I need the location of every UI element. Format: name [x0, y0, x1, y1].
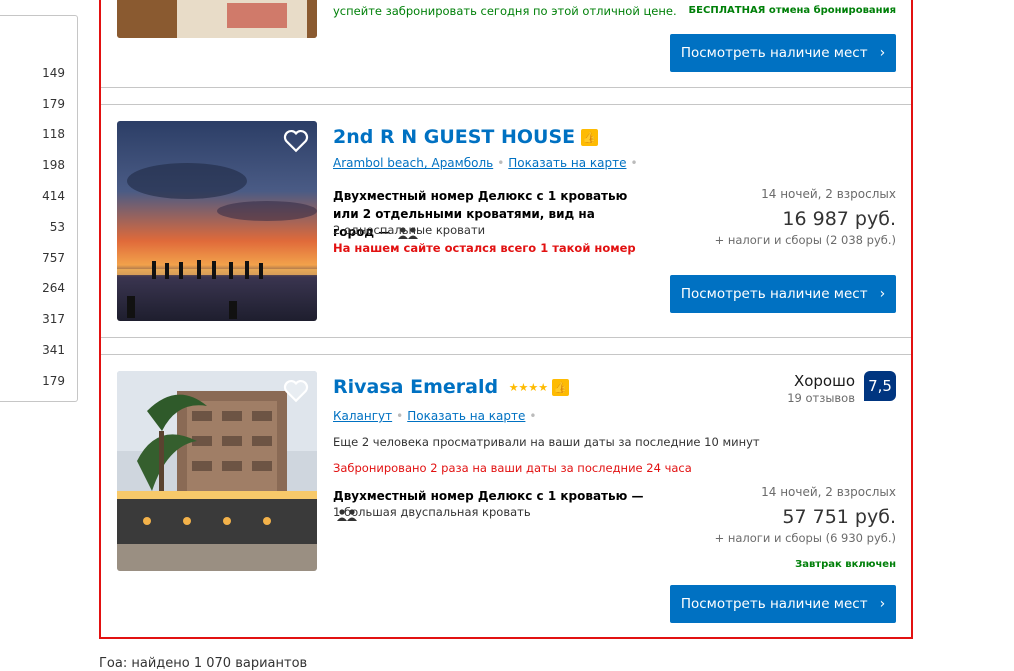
results-count-text: Гоа: найдено 1 070 вариантов: [99, 656, 308, 671]
button-label: Посмотреть наличие мест: [680, 596, 868, 612]
filter-count: 198: [42, 158, 65, 172]
stay-info: 14 ночей, 2 взрослых: [761, 485, 896, 499]
filter-count: 149: [42, 66, 65, 80]
chevron-right-icon: ›: [879, 596, 886, 612]
show-on-map-link[interactable]: Показать на карте: [508, 156, 626, 170]
filter-count: 341: [42, 343, 65, 357]
taxes: + налоги и сборы (6 930 руб.): [714, 531, 896, 545]
filter-count: 414: [42, 189, 65, 203]
room-dash: —: [631, 489, 644, 503]
thumbs-up-icon: 👍: [581, 129, 599, 146]
price: 16 987 руб.: [782, 208, 896, 230]
price: 57 751 руб.: [782, 506, 896, 528]
property-name[interactable]: Rivasa Emerald ★★★★ 👍: [333, 376, 570, 398]
separator-dot: •: [630, 156, 638, 170]
review-score-badge[interactable]: 7,5: [864, 371, 896, 401]
room-type-text: Двухместный номер Делюкс с 1 кроватью: [333, 489, 628, 503]
separator-dot: •: [497, 156, 505, 170]
location-link[interactable]: Калангут: [333, 409, 392, 423]
separator-dot: •: [396, 409, 404, 423]
filter-count: 118: [42, 127, 65, 141]
filter-count: 53: [49, 220, 65, 234]
property-card: 2nd R N GUEST HOUSE 👍 Arambol beach, Арам…: [101, 104, 911, 338]
bed-info: 1 большая двуспальная кровать: [333, 505, 531, 519]
breakfast-included-badge: Завтрак включен: [795, 559, 896, 570]
button-label: Посмотреть наличие мест: [680, 286, 868, 302]
property-photo[interactable]: [117, 121, 317, 321]
show-on-map-link[interactable]: Показать на карте: [407, 409, 525, 423]
free-cancellation-badge: БЕСПЛАТНАЯ отмена бронирования: [688, 5, 896, 16]
filter-panel: 149 179 118 198 414 53 757 264 317 341 1…: [0, 15, 78, 402]
location-link[interactable]: Arambol beach, Арамболь: [333, 156, 493, 170]
urgency-text: успейте забронировать сегодня по этой от…: [333, 4, 677, 18]
property-name-text[interactable]: 2nd R N GUEST HOUSE: [333, 126, 575, 148]
thumbs-up-icon: 👍: [552, 379, 570, 396]
review-count[interactable]: 19 отзывов: [787, 391, 855, 405]
filter-count: 757: [42, 251, 65, 265]
button-label: Посмотреть наличие мест: [680, 45, 868, 61]
star-rating: ★★★★: [508, 381, 549, 394]
review-score-word[interactable]: Хорошо: [794, 372, 855, 390]
property-card: Rivasa Emerald ★★★★ 👍 Калангут • Показать н…: [101, 354, 911, 637]
results-list: успейте забронировать сегодня по этой от…: [99, 0, 913, 639]
property-photo[interactable]: [117, 371, 317, 571]
recent-bookings-note: Забронировано 2 раза на ваши даты за пос…: [333, 461, 692, 475]
see-availability-button[interactable]: Посмотреть наличие мест ›: [670, 275, 896, 313]
see-availability-button[interactable]: Посмотреть наличие мест ›: [670, 34, 896, 72]
property-name-text[interactable]: Rivasa Emerald: [333, 376, 498, 398]
filter-count: 179: [42, 97, 65, 111]
separator-dot: •: [529, 409, 537, 423]
stay-info: 14 ночей, 2 взрослых: [761, 187, 896, 201]
filter-count: 317: [42, 312, 65, 326]
chevron-right-icon: ›: [879, 45, 886, 61]
heart-icon[interactable]: [283, 129, 309, 153]
see-availability-button[interactable]: Посмотреть наличие мест ›: [670, 585, 896, 623]
property-name[interactable]: 2nd R N GUEST HOUSE 👍: [333, 126, 599, 148]
heart-icon[interactable]: [283, 379, 309, 403]
property-photo[interactable]: [117, 0, 317, 38]
chevron-right-icon: ›: [879, 286, 886, 302]
filter-count: 264: [42, 281, 65, 295]
location-line: Arambol beach, Арамболь • Показать на карт…: [333, 156, 642, 170]
availability-warning: На нашем сайте остался всего 1 такой ном…: [333, 241, 636, 255]
bed-info: 2 односпальные кровати: [333, 223, 486, 237]
property-card: успейте забронировать сегодня по этой от…: [101, 0, 911, 88]
location-line: Калангут • Показать на карте •: [333, 409, 540, 423]
taxes: + налоги и сборы (2 038 руб.): [714, 233, 896, 247]
filter-count: 179: [42, 374, 65, 388]
recent-views-note: Еще 2 человека просматривали на ваши дат…: [333, 435, 760, 449]
